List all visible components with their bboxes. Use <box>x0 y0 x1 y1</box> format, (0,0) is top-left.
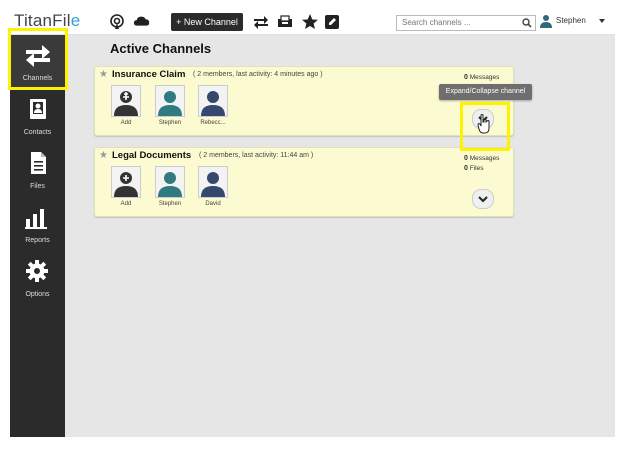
user-menu-caret-icon[interactable] <box>599 19 605 23</box>
expand-collapse-button[interactable] <box>472 189 494 209</box>
channel-stats: 0 Messages 0 Files <box>464 154 499 174</box>
logo-accent: e <box>70 11 81 30</box>
search-box[interactable] <box>396 15 536 31</box>
files-count: 0 <box>464 165 468 172</box>
user-icon[interactable] <box>540 14 552 28</box>
options-icon <box>26 260 48 282</box>
sidebar-item-label: Options <box>25 291 50 298</box>
member-avatar[interactable]: Stephen <box>155 166 185 207</box>
files-label: Files <box>469 165 484 172</box>
sidebar-item-label: Reports <box>25 237 50 244</box>
favorite-star-icon[interactable]: ★ <box>99 69 108 80</box>
member-name: Rebecc... <box>200 120 226 126</box>
sidebar-item-reports[interactable]: Reports <box>10 197 65 249</box>
files-icon <box>31 152 46 174</box>
sidebar: Channels Contacts Files Reports Options <box>10 35 65 437</box>
add-member-icon <box>114 91 138 116</box>
member-name: Stephen <box>158 201 182 207</box>
search-icon[interactable] <box>522 18 532 28</box>
sidebar-item-files[interactable]: Files <box>10 143 65 195</box>
avatar-icon <box>201 91 225 116</box>
messages-count: 0 <box>464 155 468 162</box>
user-name[interactable]: Stephen <box>556 16 586 25</box>
search-input[interactable] <box>400 17 519 28</box>
sidebar-item-options[interactable]: Options <box>10 251 65 303</box>
channel-meta: ( 2 members, last activity: 11:44 am ) <box>199 152 314 159</box>
messages-label: Messages <box>469 155 500 162</box>
member-avatar[interactable]: David <box>198 166 228 207</box>
channel-stats: 0 Messages <box>464 73 499 83</box>
highlight-box-channels <box>8 28 68 90</box>
contacts-icon <box>30 99 46 119</box>
member-name: Stephen <box>158 120 182 126</box>
channel-name[interactable]: Legal Documents <box>112 150 191 161</box>
star-icon[interactable] <box>301 13 319 31</box>
member-name: Add <box>120 120 132 126</box>
member-add[interactable]: Add <box>111 166 141 207</box>
broadcast-icon[interactable] <box>108 13 126 31</box>
sidebar-item-label: Contacts <box>23 129 52 136</box>
edit-icon[interactable] <box>323 13 341 31</box>
channel-name[interactable]: Insurance Claim <box>112 69 185 80</box>
chevron-down-icon <box>478 196 488 203</box>
sidebar-item-contacts[interactable]: Contacts <box>10 89 65 141</box>
sidebar-item-label: Files <box>30 183 45 190</box>
highlight-box-expand <box>460 102 510 151</box>
inbox-icon[interactable] <box>276 13 294 31</box>
avatar-icon <box>201 172 225 197</box>
top-bar: TitanFile + New Channel Stephen <box>10 10 615 35</box>
member-avatar[interactable]: Stephen <box>155 85 185 126</box>
page-title: Active Channels <box>110 41 212 56</box>
main-panel: Active Channels ★ Insurance Claim ( 2 me… <box>65 35 615 437</box>
channel-card[interactable]: ★ Legal Documents ( 2 members, last acti… <box>94 147 514 217</box>
reports-icon <box>25 209 47 229</box>
member-name: Add <box>120 201 132 207</box>
member-avatar[interactable]: Rebecc... <box>198 85 228 126</box>
avatar-icon <box>158 91 182 116</box>
cloud-icon[interactable] <box>133 13 151 31</box>
add-member-icon <box>114 172 138 197</box>
new-channel-button[interactable]: + New Channel <box>171 13 243 31</box>
member-add[interactable]: Add <box>111 85 141 126</box>
tooltip: Expand/Collapse channel <box>439 84 532 100</box>
member-name: David <box>205 201 221 207</box>
transfer-icon[interactable] <box>252 13 270 31</box>
messages-label: Messages <box>469 74 500 81</box>
messages-count: 0 <box>464 74 468 81</box>
favorite-star-icon[interactable]: ★ <box>99 150 108 161</box>
channel-card[interactable]: ★ Insurance Claim ( 2 members, last acti… <box>94 66 514 136</box>
avatar-icon <box>158 172 182 197</box>
channel-meta: ( 2 members, last activity: 4 minutes ag… <box>193 71 323 78</box>
